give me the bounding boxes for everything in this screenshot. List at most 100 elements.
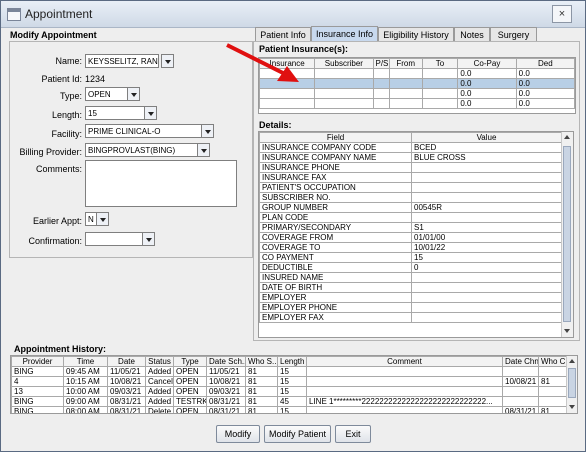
- table-cell: 01/01/00: [411, 232, 562, 243]
- history-row[interactable]: 4 10:15 AM 10/08/21 Cancel OPEN 10/08/21 81 15 1…: [11, 376, 568, 387]
- details-row[interactable]: PRIMARY/SECONDARY S1: [259, 222, 562, 233]
- column-header[interactable]: Time: [63, 356, 108, 367]
- column-header[interactable]: Co-Pay: [457, 58, 517, 69]
- column-header[interactable]: Date Chng: [502, 356, 539, 367]
- history-scroll-down-icon[interactable]: [567, 401, 577, 412]
- table-cell: [411, 212, 562, 223]
- history-row[interactable]: 13 10:00 AM 09/03/21 Added OPEN 09/03/21 81 15: [11, 386, 568, 397]
- table-cell: 08:00 AM: [63, 406, 108, 413]
- confirmation-select[interactable]: [85, 232, 143, 246]
- details-row[interactable]: INSURED NAME: [259, 272, 562, 283]
- details-scrollbar[interactable]: [561, 132, 573, 337]
- details-row[interactable]: INSURANCE COMPANY CODE BCED: [259, 142, 562, 153]
- tab-eligibility-history[interactable]: Eligibility History: [378, 27, 454, 41]
- table-cell: [258, 98, 316, 109]
- details-row[interactable]: SUBSCRIBER NO.: [259, 192, 562, 203]
- table-cell: 0.0: [515, 88, 576, 99]
- tab-surgery[interactable]: Surgery: [490, 27, 537, 41]
- table-cell: [314, 78, 374, 89]
- column-header[interactable]: Field: [259, 132, 412, 143]
- table-cell: [388, 78, 423, 89]
- column-header[interactable]: Who Chng: [538, 356, 568, 367]
- modify-patient-button[interactable]: Modify Patient: [264, 425, 331, 443]
- details-table: Field Value INSURANCE COMPANY CODE BCED INS…: [259, 132, 562, 323]
- table-cell: [388, 68, 423, 79]
- patient-id-value: 1234: [85, 74, 106, 84]
- scroll-thumb[interactable]: [563, 146, 571, 322]
- tab-patient-info[interactable]: Patient Info: [255, 27, 311, 41]
- close-button[interactable]: ×: [552, 5, 572, 23]
- column-header[interactable]: Provider: [11, 356, 64, 367]
- length-dropdown-button[interactable]: [144, 106, 157, 120]
- type-dropdown-button[interactable]: [127, 87, 140, 101]
- column-header[interactable]: Type: [173, 356, 207, 367]
- table-cell: INSURANCE COMPANY CODE: [259, 142, 412, 153]
- facility-select[interactable]: PRIME CLINICAL-O: [85, 124, 202, 138]
- table-cell: 0.0: [457, 78, 517, 89]
- details-row[interactable]: DEDUCTIBLE 0: [259, 262, 562, 273]
- scroll-up-icon[interactable]: [562, 132, 573, 143]
- details-row[interactable]: PLAN CODE: [259, 212, 562, 223]
- table-cell: INSURANCE PHONE: [259, 162, 412, 173]
- table-cell: PRIMARY/SECONDARY: [259, 222, 412, 233]
- details-row[interactable]: INSURANCE COMPANY NAME BLUE CROSS: [259, 152, 562, 163]
- table-cell: [411, 192, 562, 203]
- details-row[interactable]: COVERAGE FROM 01/01/00: [259, 232, 562, 243]
- red-arrow-annotation: [226, 43, 299, 82]
- history-table: Provider Time Date Status Type Date Sch... Who…: [11, 356, 568, 413]
- table-cell: 0.0: [515, 98, 576, 109]
- details-row[interactable]: DATE OF BIRTH: [259, 282, 562, 293]
- table-cell: BING: [11, 396, 64, 407]
- column-header[interactable]: Who S...: [245, 356, 278, 367]
- column-header[interactable]: Status: [145, 356, 174, 367]
- details-row[interactable]: COVERAGE TO 10/01/22: [259, 242, 562, 253]
- modify-button[interactable]: Modify: [216, 425, 260, 443]
- details-row[interactable]: GROUP NUMBER 00545R: [259, 202, 562, 213]
- exit-button[interactable]: Exit: [335, 425, 371, 443]
- length-select[interactable]: 15: [85, 106, 145, 120]
- history-row[interactable]: BING 09:00 AM 08/31/21 Added TESTRK 08/31/21 8…: [11, 396, 568, 407]
- name-field[interactable]: KEYSSELITZ, RANDA: [85, 54, 159, 68]
- details-row[interactable]: EMPLOYER: [259, 292, 562, 303]
- history-scroll-thumb[interactable]: [568, 368, 576, 398]
- column-header[interactable]: Comment: [306, 356, 503, 367]
- details-row[interactable]: INSURANCE FAX: [259, 172, 562, 183]
- table-cell: 10/08/21: [107, 376, 146, 387]
- table-cell: 81: [538, 406, 568, 413]
- details-row[interactable]: EMPLOYER FAX: [259, 312, 562, 323]
- type-select[interactable]: OPEN: [85, 87, 128, 101]
- column-header[interactable]: From: [388, 58, 423, 69]
- comments-textarea[interactable]: [85, 160, 237, 207]
- history-scroll-up-icon[interactable]: [567, 356, 577, 367]
- details-row[interactable]: EMPLOYER PHONE: [259, 302, 562, 313]
- insurance-row[interactable]: 0.0 0.0: [258, 98, 576, 109]
- confirmation-dropdown-button[interactable]: [142, 232, 155, 246]
- column-header[interactable]: Length: [277, 356, 307, 367]
- billing-provider-select[interactable]: BINGPROVLAST(BING): [85, 143, 198, 157]
- billing-provider-dropdown-button[interactable]: [197, 143, 210, 157]
- table-cell: [411, 162, 562, 173]
- facility-dropdown-button[interactable]: [201, 124, 214, 138]
- column-header[interactable]: Ded: [515, 58, 576, 69]
- details-row[interactable]: CO PAYMENT 15: [259, 252, 562, 263]
- history-scrollbar[interactable]: [566, 356, 577, 413]
- scroll-down-icon[interactable]: [562, 325, 573, 336]
- history-row[interactable]: BING 08:00 AM 08/31/21 Delete OPEN 08/31/21 81…: [11, 406, 568, 413]
- name-lookup-button[interactable]: [161, 54, 174, 68]
- column-header[interactable]: Value: [411, 132, 562, 143]
- length-label: Length:: [51, 110, 82, 120]
- details-row[interactable]: PATIENT'S OCCUPATION: [259, 182, 562, 193]
- earlier-appt-dropdown-button[interactable]: [96, 212, 109, 226]
- column-header[interactable]: To: [421, 58, 459, 69]
- table-cell: 08/31/21: [502, 406, 539, 413]
- column-header[interactable]: Subscriber: [314, 58, 374, 69]
- tab-insurance-info[interactable]: Insurance Info: [311, 26, 378, 42]
- confirmation-label: Confirmation:: [28, 236, 82, 246]
- column-header[interactable]: Date Sch...: [206, 356, 246, 367]
- details-row[interactable]: INSURANCE PHONE: [259, 162, 562, 173]
- table-cell: [421, 68, 459, 79]
- history-row[interactable]: BING 09:45 AM 11/05/21 Added OPEN 11/05/21 81 1…: [11, 366, 568, 377]
- tab-notes[interactable]: Notes: [454, 27, 490, 41]
- column-header[interactable]: Date: [107, 356, 146, 367]
- column-header[interactable]: P/S: [372, 58, 390, 69]
